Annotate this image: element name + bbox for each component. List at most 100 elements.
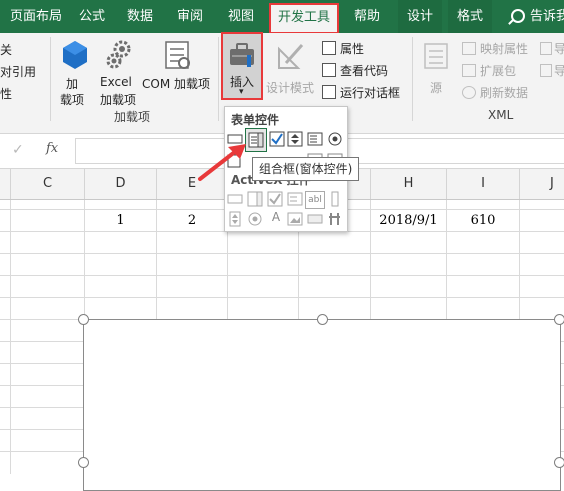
checkbox-control-icon[interactable] (269, 131, 285, 147)
addins-button[interactable]: 加 载项 (58, 39, 92, 109)
properties-icon (322, 41, 336, 55)
activex-toggle-button-icon[interactable] (307, 211, 323, 227)
cell-e[interactable]: 2 (157, 210, 227, 232)
tab-developer[interactable]: 开发工具 (269, 3, 339, 34)
excel-addins-label-2: 加载项 (100, 93, 137, 107)
chart-area[interactable] (78, 314, 564, 491)
activex-image-icon[interactable] (287, 211, 303, 227)
group-separator (218, 37, 219, 121)
column-header-h[interactable]: H (371, 169, 447, 199)
combo-box-tooltip: 组合框(窗体控件) (252, 157, 360, 181)
com-addins-button[interactable]: COM 加载项 (142, 39, 214, 109)
activex-list-box-icon[interactable] (287, 191, 303, 207)
expansion-pack-label: 扩展包 (480, 64, 517, 78)
insert-control-button[interactable]: 插入 ▾ (221, 32, 263, 100)
addins-label-2: 载项 (60, 93, 85, 107)
activex-option-button-icon[interactable] (247, 211, 263, 227)
addins-label-1: 加 (66, 77, 79, 91)
view-code-icon (322, 63, 336, 77)
resize-handle[interactable] (78, 314, 89, 325)
tab-formulas[interactable]: 公式 (72, 0, 112, 33)
chevron-down-icon: ▾ (239, 87, 244, 97)
resize-handle[interactable] (317, 314, 328, 325)
resize-handle[interactable] (554, 314, 564, 325)
more-controls-icon[interactable] (327, 211, 343, 227)
tab-help[interactable]: 帮助 (346, 0, 388, 33)
import-icon (540, 42, 552, 55)
column-header-c[interactable]: C (11, 169, 85, 199)
xml-source-icon (424, 43, 448, 69)
properties-button[interactable]: 属性 (322, 39, 392, 59)
option-button-control-icon[interactable] (327, 131, 343, 147)
activex-combo-box-icon[interactable] (247, 191, 263, 207)
code-item-1[interactable]: 关 (0, 41, 12, 58)
refresh-data-label: 刷新数据 (480, 86, 529, 100)
excel-addins-label-1: Excel (100, 75, 132, 89)
xml-source-button[interactable]: 源 (418, 39, 454, 105)
design-mode-label: 设计模式 (266, 81, 315, 95)
column-header-i[interactable]: I (447, 169, 520, 199)
activex-label-icon[interactable]: A (269, 210, 283, 226)
annotation-arrow-icon (198, 144, 246, 181)
activex-button-icon[interactable] (227, 191, 243, 207)
export-label: 导 (554, 64, 564, 78)
tab-data[interactable]: 数据 (118, 0, 162, 33)
search-icon[interactable] (511, 9, 525, 23)
xml-group-label: XML (488, 108, 514, 122)
activex-scroll-bar-icon[interactable] (327, 191, 343, 207)
list-box-control-icon[interactable] (307, 131, 323, 147)
design-mode-button[interactable]: 设计模式 (266, 39, 318, 105)
expansion-pack-button[interactable]: 扩展包 (462, 61, 532, 81)
com-addins-icon (165, 41, 190, 69)
view-code-button[interactable]: 查看代码 (322, 61, 392, 81)
tell-me-box[interactable]: 告诉我 (530, 0, 564, 33)
toolbox-icon (230, 43, 254, 67)
resize-handle[interactable] (554, 457, 564, 468)
addins-group-label: 加载项 (114, 110, 151, 124)
activex-checkbox-icon[interactable] (267, 191, 283, 207)
activex-textbox-icon[interactable]: abl (305, 191, 325, 209)
group-separator (412, 37, 413, 121)
code-item-macro-security[interactable]: 性 (0, 85, 12, 102)
code-item-relative[interactable]: 对引用 (0, 63, 36, 80)
column-header-d[interactable]: D (85, 169, 157, 199)
insert-function-icon[interactable]: fx (46, 141, 58, 156)
resize-handle[interactable] (78, 457, 89, 468)
excel-addins-button[interactable]: Excel 加载项 (98, 39, 140, 109)
tab-review[interactable]: 审阅 (168, 0, 212, 33)
column-header-partial[interactable] (0, 169, 11, 199)
spin-button-control-icon[interactable] (287, 131, 303, 147)
activex-spin-button-icon[interactable] (227, 211, 243, 227)
properties-label: 属性 (340, 42, 365, 56)
export-icon (540, 64, 552, 77)
view-code-label: 查看代码 (340, 64, 389, 78)
import-button[interactable]: 导 (540, 39, 564, 59)
gear-icon (106, 40, 131, 69)
tab-page-layout[interactable]: 页面布局 (0, 0, 72, 33)
tab-design[interactable]: 设计 (398, 0, 442, 33)
run-dialog-button[interactable]: 运行对话框 (322, 83, 406, 103)
map-properties-button[interactable]: 映射属性 (462, 39, 532, 59)
group-separator (50, 37, 51, 121)
cell-d[interactable]: 1 (85, 210, 156, 232)
column-header-j[interactable]: J (520, 169, 564, 199)
cell-i[interactable]: 610 (447, 210, 519, 232)
run-dialog-icon (322, 85, 336, 99)
expansion-pack-icon (462, 64, 476, 77)
import-label: 导 (554, 42, 564, 56)
ribbon-tab-bar: 页面布局 公式 数据 审阅 视图 开发工具 帮助 设计 格式 告诉我 (0, 0, 564, 34)
export-button[interactable]: 导 (540, 61, 564, 81)
addins-hexagon-icon (63, 41, 87, 69)
cell-h[interactable]: 2018/9/1 (371, 210, 446, 232)
tab-format[interactable]: 格式 (448, 0, 492, 33)
run-dialog-label: 运行对话框 (340, 86, 401, 100)
com-addins-label: COM 加载项 (142, 77, 210, 91)
refresh-icon (462, 86, 476, 99)
tab-view[interactable]: 视图 (220, 0, 262, 33)
enter-check-icon[interactable]: ✓ (12, 142, 24, 158)
refresh-data-button[interactable]: 刷新数据 (462, 83, 532, 103)
xml-source-label: 源 (430, 81, 443, 95)
form-controls-title: 表单控件 (231, 113, 280, 127)
map-properties-label: 映射属性 (480, 42, 529, 56)
map-properties-icon (462, 42, 476, 55)
